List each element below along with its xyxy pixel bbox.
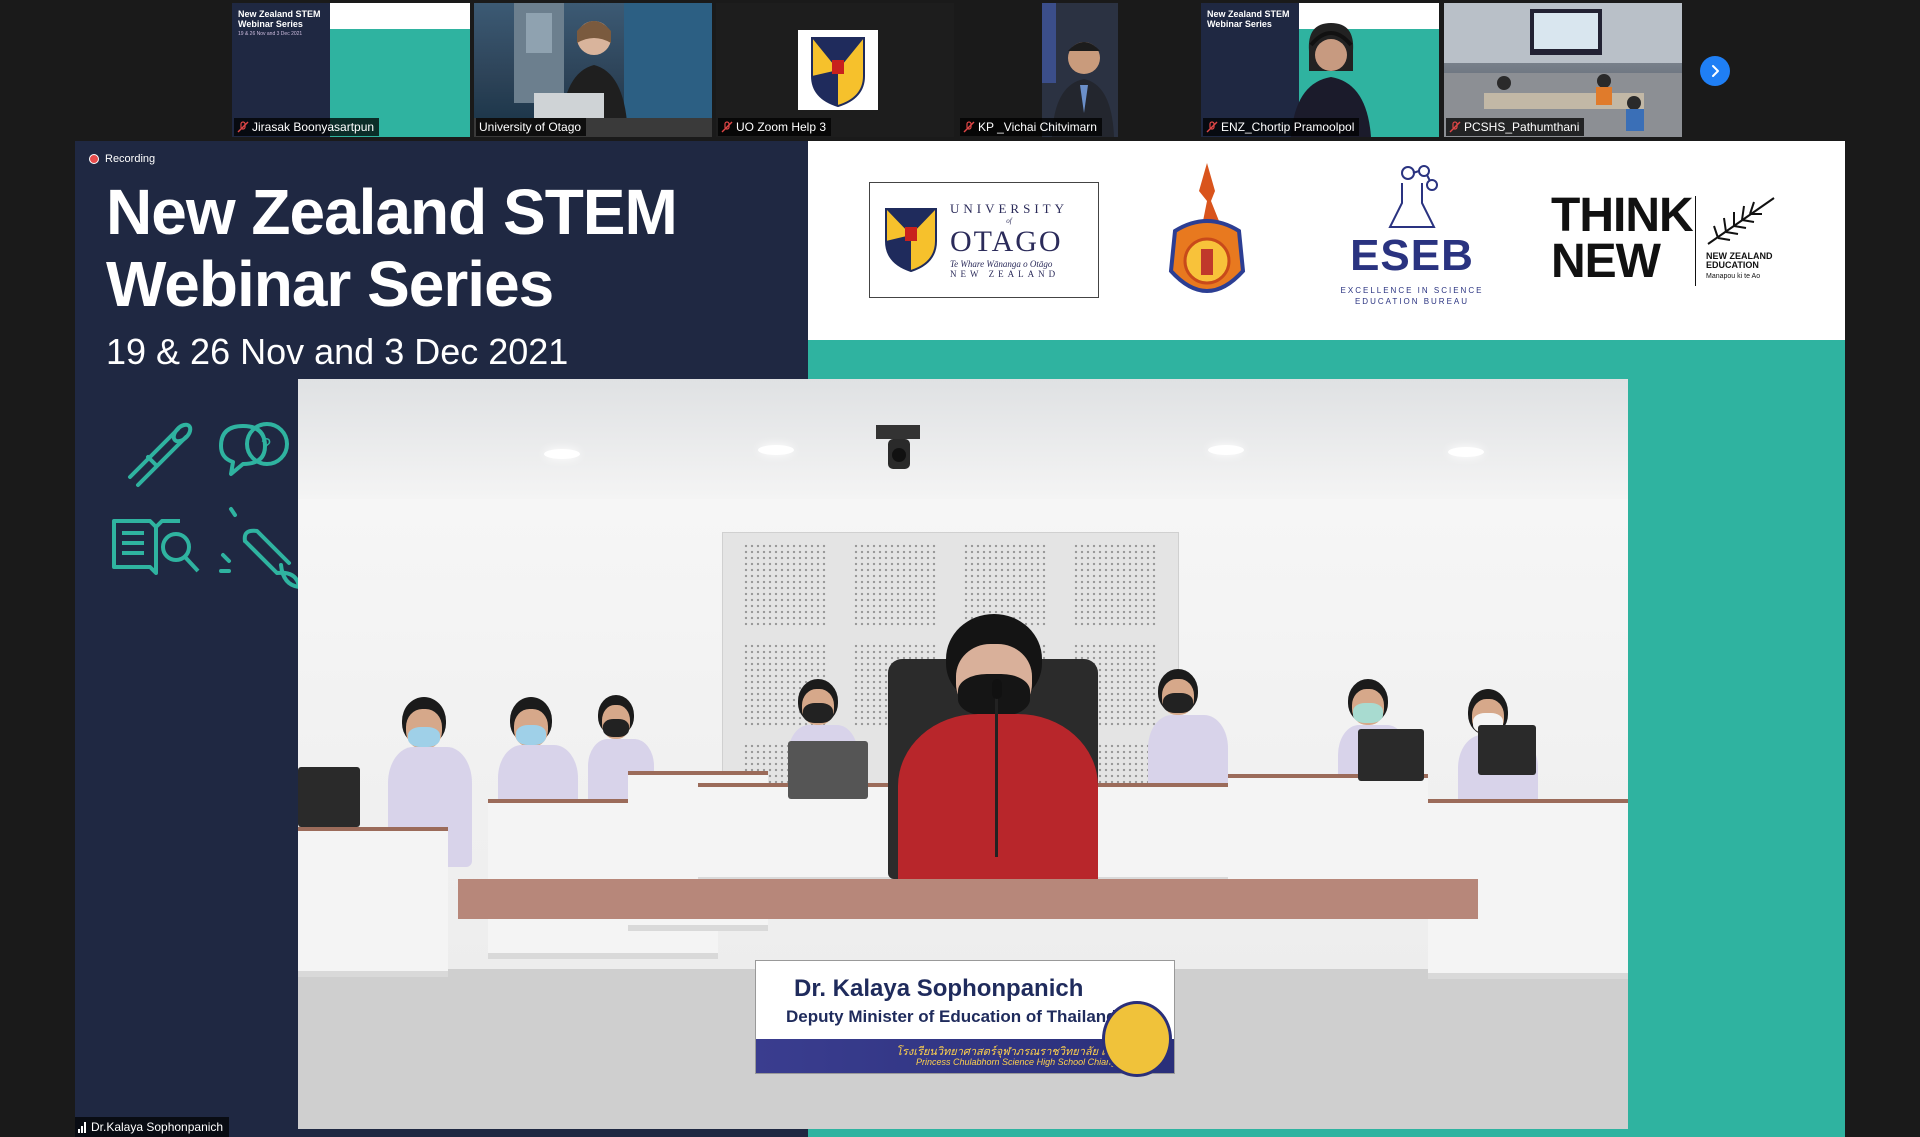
front-desk: [458, 879, 1478, 919]
otago-crest-icon: [885, 208, 937, 273]
participant-tile[interactable]: KP _Vichai Chitvimarn: [958, 3, 1196, 137]
school-seal-icon: [1102, 1001, 1172, 1077]
pcshs-school-emblem-icon: [1168, 163, 1246, 293]
silver-fern-icon: [1707, 197, 1775, 245]
flask-molecule-icon: [1388, 165, 1438, 228]
think-new-line1: THINK: [1551, 189, 1694, 242]
eseb-full-name: EXCELLENCE IN SCIENCE EDUCATION BUREAU: [1340, 286, 1484, 306]
otago-text-maori: Te Whare Wānanga o Otāgo: [950, 259, 1053, 269]
laptop: [298, 767, 360, 827]
desk: [298, 827, 448, 971]
participant-strip: New Zealand STEM Webinar Series 19 & 26 …: [0, 0, 1920, 140]
open-book-magnifier-icon: [112, 519, 200, 575]
slide-date: 19 & 26 Nov and 3 Dec 2021: [106, 331, 569, 372]
participant-name: UO Zoom Help 3: [736, 120, 827, 134]
slide-title: New Zealand STEM Webinar Series: [106, 176, 678, 320]
participant-name: KP _Vichai Chitvimarn: [978, 120, 1097, 134]
participant-name-label: University of Otago: [476, 118, 587, 136]
thumb-logo-bar: [330, 3, 470, 29]
thumb-slide-title: New Zealand STEM Webinar Series: [1207, 9, 1290, 29]
laptop: [1478, 725, 1536, 775]
microphone-icon: [992, 679, 1002, 699]
participant-tile[interactable]: New Zealand STEM Webinar Series 19 & 26 …: [232, 3, 470, 137]
mic-muted-icon: [721, 121, 733, 133]
active-speaker-name: Dr.Kalaya Sophonpanich: [91, 1120, 224, 1134]
chevron-right-icon: [1712, 65, 1719, 77]
thumb-slide-title: New Zealand STEM Webinar Series: [238, 9, 321, 29]
nz-education-logo: NEW ZEALAND EDUCATION Manapou ki te Ao: [1695, 196, 1781, 286]
recording-label: Recording: [105, 153, 156, 165]
participant-name-label: ENZ_Chortip Pramoolpol: [1203, 118, 1360, 136]
main-video-area: Recording New Zealand STEM Webinar Serie…: [75, 141, 1845, 1137]
participant-name: Jirasak Boonyasartpun: [252, 120, 375, 134]
participant-video: [1042, 3, 1118, 137]
participant-name: PCSHS_Pathumthani: [1464, 120, 1580, 134]
speaker-title: Deputy Minister of Education of Thailand: [786, 1007, 1117, 1026]
participant-tile[interactable]: New Zealand STEM Webinar Series ENZ_Chor…: [1201, 3, 1439, 137]
next-page-button[interactable]: [1700, 56, 1730, 86]
school-name-english: Princess Chulabhorn Science High School …: [916, 1057, 1133, 1067]
mic-muted-icon: [1206, 121, 1218, 133]
laptop: [788, 741, 868, 799]
otago-crest-avatar: [798, 30, 878, 110]
university-of-otago-logo: UNIVERSITY of OTAGO Te Whare Wānanga o O…: [869, 182, 1099, 298]
participant-video: [1444, 3, 1682, 137]
recording-indicator: Recording: [89, 153, 155, 165]
participant-name-label: KP _Vichai Chitvimarn: [960, 118, 1102, 136]
participant-tile[interactable]: UO Zoom Help 3: [716, 3, 954, 137]
participant-tile[interactable]: PCSHS_Pathumthani: [1444, 3, 1682, 137]
mic-muted-icon: [963, 121, 975, 133]
thumb-slide-date: 19 & 26 Nov and 3 Dec 2021: [238, 31, 303, 37]
speaker-name: Dr. Kalaya Sophonpanich: [794, 975, 1084, 1002]
nz-education-text: NEW ZEALAND EDUCATION: [1706, 251, 1773, 270]
mic-muted-icon: [237, 121, 249, 133]
active-speaker-label: Dr.Kalaya Sophonpanich: [75, 1117, 230, 1137]
nz-education-maori: Manapou ki te Ao: [1706, 273, 1761, 280]
rolled-diploma-icon: [128, 422, 193, 487]
otago-text-university: UNIVERSITY: [950, 201, 1068, 216]
otago-text-nz: NEW ZEALAND: [950, 269, 1060, 279]
ceiling-projector-icon: [876, 425, 920, 469]
microphone-stand: [995, 697, 998, 857]
rocket-icon: [219, 507, 300, 589]
think-new-logo: THINK NEW: [1551, 189, 1694, 288]
participant-name: University of Otago: [479, 120, 582, 134]
mic-muted-icon: [1449, 121, 1461, 133]
eseb-abbr: ESEB: [1350, 231, 1474, 280]
speaker-nameplate: Dr. Kalaya Sophonpanich Deputy Minister …: [755, 960, 1175, 1077]
svg-text:?: ?: [261, 435, 271, 455]
think-new-line2: NEW: [1551, 235, 1661, 288]
participant-name: ENZ_Chortip Pramoolpol: [1221, 120, 1355, 134]
connection-signal-icon: [78, 1121, 86, 1133]
otago-text-of: of: [1006, 217, 1012, 225]
participant-name-label: PCSHS_Pathumthani: [1446, 118, 1585, 136]
participant-name-label: Jirasak Boonyasartpun: [234, 118, 380, 136]
speech-bubbles-icon: ?: [219, 422, 289, 476]
otago-text-otago: OTAGO: [950, 225, 1063, 258]
laptop: [1358, 729, 1424, 781]
participant-video: [474, 3, 712, 137]
participant-tile[interactable]: University of Otago: [474, 3, 712, 137]
eseb-logo: ESEB EXCELLENCE IN SCIENCE EDUCATION BUR…: [1337, 163, 1487, 313]
participant-name-label: UO Zoom Help 3: [718, 118, 832, 136]
recording-dot-icon: [89, 154, 99, 164]
